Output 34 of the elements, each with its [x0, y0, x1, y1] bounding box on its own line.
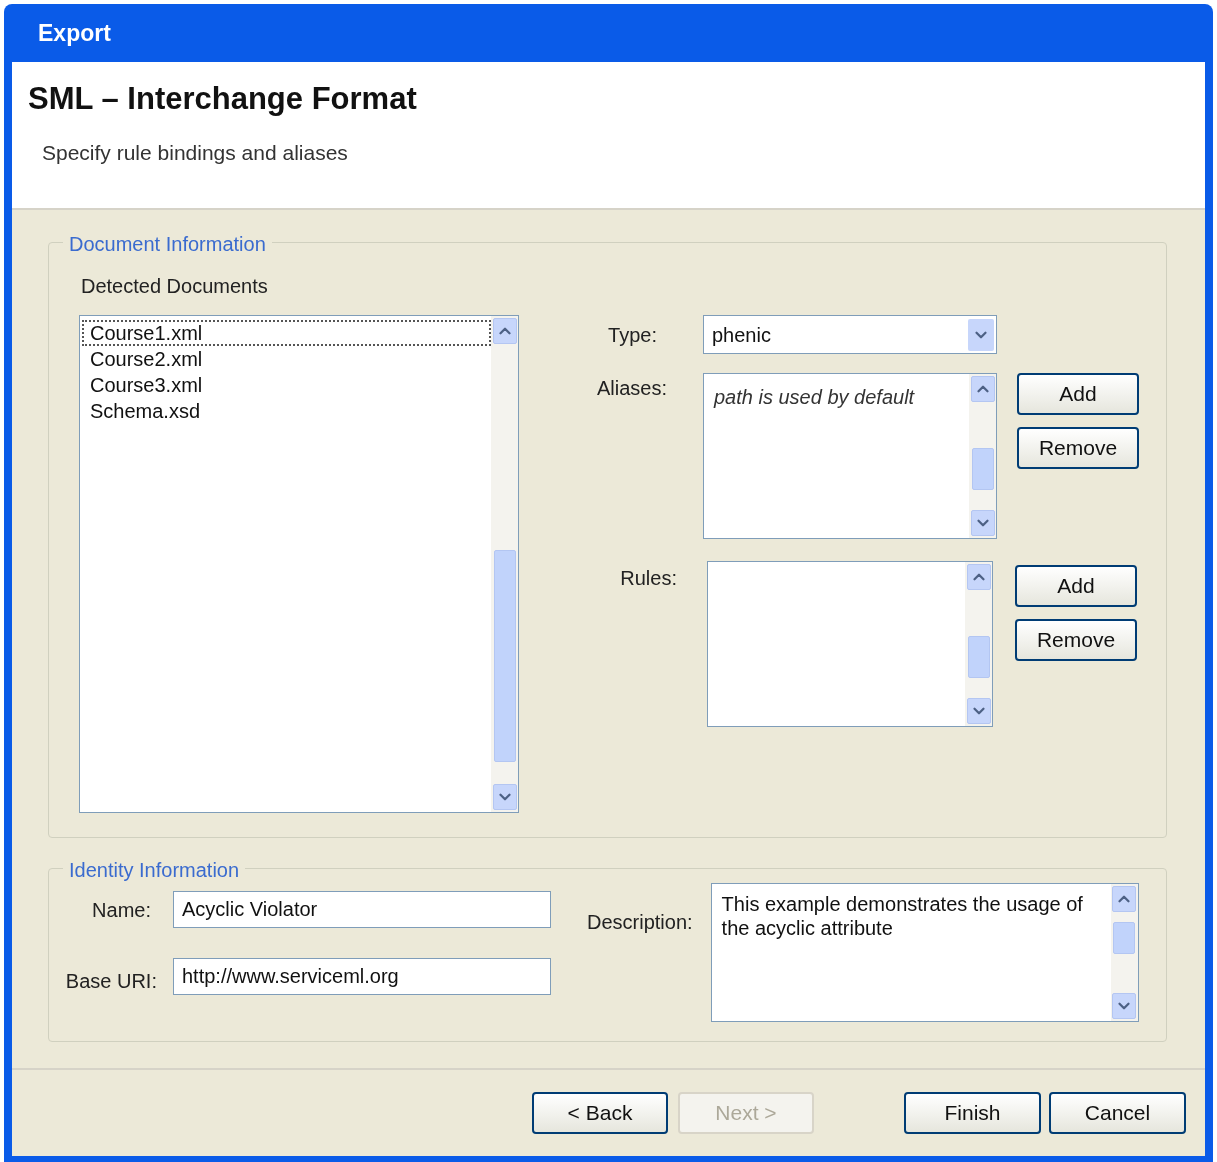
base-uri-field[interactable]: http://www.serviceml.org: [173, 957, 551, 995]
field-label: Type:: [607, 322, 658, 348]
scrollbar[interactable]: [491, 315, 519, 813]
scroll-up-button[interactable]: [492, 318, 517, 344]
chevron-down-icon: [968, 318, 994, 351]
wizard-button[interactable]: Finish: [904, 1092, 1041, 1134]
aliases-button[interactable]: Add: [1017, 373, 1139, 415]
list-item[interactable]: Course2.xml: [82, 346, 491, 372]
rules-button[interactable]: Add: [1015, 565, 1137, 607]
field-label: Aliases:: [595, 376, 668, 401]
scroll-down-button[interactable]: [966, 698, 991, 724]
name-field[interactable]: Acyclic Violator: [173, 891, 551, 928]
detected-documents-label: Detected Documents: [81, 274, 269, 299]
rules-button[interactable]: Remove: [1015, 619, 1137, 661]
field-label: Rules:: [619, 566, 677, 591]
page-title: SML – Interchange Format: [28, 80, 418, 118]
scroll-down-button[interactable]: [492, 784, 517, 810]
wizard-button[interactable]: Cancel: [1049, 1092, 1186, 1134]
list-item[interactable]: Schema.xsd: [82, 398, 491, 424]
list-item[interactable]: Course3.xml: [82, 372, 491, 398]
document-list[interactable]: Course1.xml Course2.xml Course3.xml Schema.xsd: [79, 315, 491, 813]
scroll-thumb[interactable]: [493, 550, 516, 762]
wizard-button[interactable]: < Back: [532, 1092, 668, 1134]
page-subtitle: Specify rule bindings and aliases: [42, 139, 349, 166]
window-title: Export: [38, 18, 111, 48]
scroll-thumb[interactable]: [967, 636, 990, 678]
field-label: Description:: [587, 910, 693, 935]
field-label: Base URI:: [64, 969, 157, 994]
type-dropdown[interactable]: phenic: [703, 315, 997, 354]
scrollbar[interactable]: [965, 561, 993, 727]
list-item[interactable]: Course1.xml: [82, 320, 491, 346]
field-label: Name:: [91, 897, 152, 923]
aliases-button[interactable]: Remove: [1017, 427, 1139, 469]
scroll-up-button[interactable]: [966, 564, 991, 590]
